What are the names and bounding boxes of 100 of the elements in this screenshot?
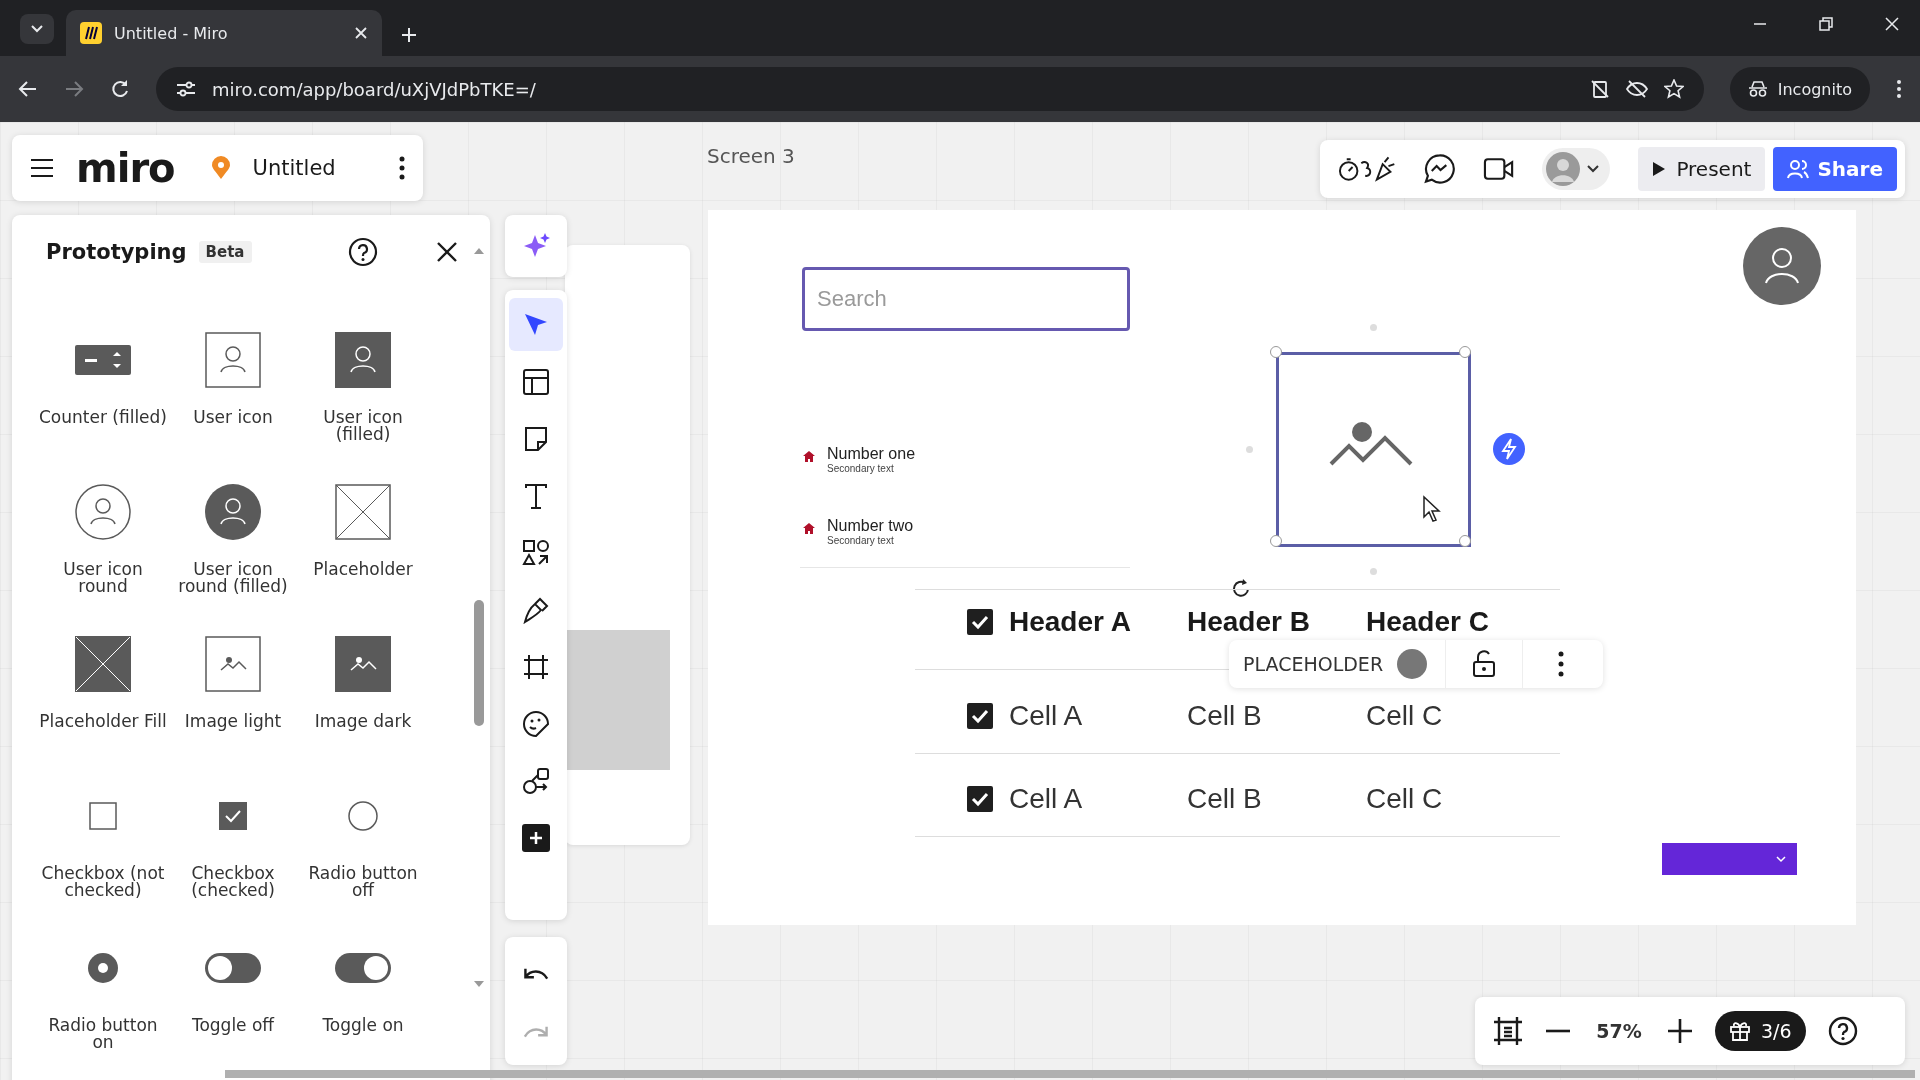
help-icon[interactable] bbox=[1827, 1016, 1858, 1046]
lightning-icon[interactable] bbox=[1493, 433, 1525, 465]
table-cell-text: Cell B bbox=[1187, 699, 1263, 732]
layout-icon bbox=[522, 367, 550, 396]
scroll-up-icon[interactable] bbox=[473, 247, 485, 255]
chat-icon[interactable] bbox=[1424, 153, 1456, 185]
gift-button[interactable]: 3/6 bbox=[1715, 1011, 1806, 1051]
shape-name: PLACEHOLDER bbox=[1242, 653, 1385, 675]
component-item[interactable]: User icon (filled) bbox=[298, 325, 428, 445]
resize-handle[interactable] bbox=[1459, 346, 1471, 358]
component-item[interactable]: Radio button on bbox=[38, 933, 168, 1053]
color-swatch-icon[interactable] bbox=[1397, 649, 1428, 679]
home-icon bbox=[803, 523, 815, 534]
miro-logo[interactable]: miro bbox=[76, 148, 175, 188]
table-cell-text: Cell B bbox=[1187, 783, 1263, 815]
component-item[interactable]: Image light bbox=[168, 629, 298, 749]
menu-icon[interactable] bbox=[30, 158, 54, 178]
back-icon[interactable] bbox=[18, 79, 38, 99]
scrollbar-thumb[interactable] bbox=[474, 600, 484, 726]
tab-list-button[interactable] bbox=[20, 14, 54, 44]
checkbox[interactable] bbox=[967, 702, 993, 729]
frame-icon bbox=[522, 652, 550, 681]
resize-handle[interactable] bbox=[1459, 535, 1471, 547]
incognito-icon bbox=[1747, 81, 1768, 97]
horizontal-scrollbar[interactable] bbox=[225, 1070, 1915, 1078]
blocked-icon[interactable] bbox=[1589, 79, 1610, 99]
placeholder-icon bbox=[75, 636, 131, 692]
scroll-down-icon[interactable] bbox=[473, 980, 485, 988]
restore-icon[interactable] bbox=[1818, 16, 1834, 32]
component-item[interactable]: User icon bbox=[168, 325, 298, 445]
anchor-dot[interactable] bbox=[1370, 568, 1377, 575]
search-field[interactable]: Search bbox=[802, 267, 1130, 331]
more-icon[interactable] bbox=[399, 156, 405, 180]
frame-label: Screen 3 bbox=[707, 144, 795, 168]
miro-favicon-icon bbox=[80, 22, 102, 44]
anchor-dot[interactable] bbox=[1370, 324, 1377, 331]
fit-to-screen-icon[interactable] bbox=[1493, 1016, 1523, 1046]
checkbox[interactable] bbox=[967, 786, 993, 812]
sticky-note-icon bbox=[522, 424, 550, 453]
undo-icon bbox=[523, 967, 549, 981]
zoom-in-icon[interactable] bbox=[1667, 1018, 1693, 1044]
beta-badge: Beta bbox=[198, 241, 252, 263]
column-header: Header A bbox=[1009, 606, 1132, 638]
checkbox[interactable] bbox=[967, 609, 993, 635]
redo-icon bbox=[523, 1025, 549, 1039]
component-item[interactable]: Counter (filled) bbox=[38, 325, 168, 445]
resize-handle[interactable] bbox=[1270, 535, 1282, 547]
component-item[interactable]: Toggle off bbox=[168, 933, 298, 1053]
reload-icon[interactable] bbox=[110, 79, 130, 99]
zoom-out-icon[interactable] bbox=[1545, 1029, 1571, 1033]
zoom-level[interactable]: 57% bbox=[1593, 1020, 1645, 1042]
component-item[interactable]: Placeholder Fill bbox=[38, 629, 168, 749]
more-icon[interactable] bbox=[1896, 79, 1902, 99]
user-menu[interactable] bbox=[1542, 148, 1611, 190]
component-item[interactable]: User icon round (filled) bbox=[168, 477, 298, 597]
tab-title: Untitled - Miro bbox=[114, 23, 229, 43]
table-cell-text: Cell C bbox=[1366, 699, 1444, 732]
image-icon bbox=[205, 636, 261, 692]
checkbox-icon bbox=[219, 802, 247, 830]
plus-icon bbox=[522, 823, 550, 852]
star-icon[interactable] bbox=[1663, 79, 1684, 99]
component-item[interactable]: Image dark bbox=[298, 629, 428, 749]
sticker-icon bbox=[522, 709, 550, 738]
component-item[interactable]: Checkbox (checked) bbox=[168, 781, 298, 901]
video-icon[interactable] bbox=[1483, 156, 1515, 182]
component-item[interactable]: Toggle on bbox=[298, 933, 428, 1053]
table-cell-text: Cell C bbox=[1366, 783, 1444, 815]
eye-off-icon[interactable] bbox=[1625, 79, 1648, 99]
help-icon[interactable] bbox=[348, 237, 378, 267]
site-settings-icon[interactable] bbox=[176, 81, 196, 97]
component-item[interactable]: Checkbox (not checked) bbox=[38, 781, 168, 901]
close-icon[interactable] bbox=[436, 241, 458, 263]
share-button[interactable]: Share bbox=[1773, 147, 1897, 191]
user-icon bbox=[205, 332, 261, 388]
address-bar[interactable]: miro.com/app/board/uXjVJdPbTKE=/ bbox=[156, 67, 1704, 111]
shapes-icon bbox=[522, 538, 550, 567]
chevron-down-icon bbox=[30, 24, 44, 34]
component-item[interactable]: User icon round bbox=[38, 477, 168, 597]
table-cell-text: Cell A bbox=[1009, 783, 1084, 815]
radio-icon bbox=[348, 801, 378, 831]
list-item-subtitle: Secondary text bbox=[827, 463, 895, 475]
table-cell-text: Cell A bbox=[1009, 699, 1084, 732]
toggle-icon bbox=[335, 953, 391, 983]
incognito-button[interactable]: Incognito bbox=[1729, 67, 1870, 111]
browser-tab[interactable]: Untitled - Miro bbox=[66, 10, 382, 56]
reactions-icon[interactable] bbox=[1338, 154, 1397, 184]
avatar-icon bbox=[1546, 152, 1581, 186]
resize-handle[interactable] bbox=[1270, 346, 1282, 358]
avatar-icon bbox=[1743, 227, 1821, 305]
new-tab-icon[interactable] bbox=[400, 26, 418, 44]
anchor-dot[interactable] bbox=[1246, 446, 1253, 453]
diagram-icon bbox=[522, 766, 550, 795]
component-item[interactable]: Placeholder bbox=[298, 477, 428, 597]
play-icon bbox=[1652, 161, 1667, 177]
present-button[interactable]: Present bbox=[1638, 147, 1766, 191]
component-item[interactable]: Radio button off bbox=[298, 781, 428, 901]
home-icon bbox=[803, 451, 815, 462]
image-icon bbox=[335, 636, 391, 692]
board-title[interactable]: Untitled bbox=[252, 156, 377, 180]
forward-icon[interactable] bbox=[64, 79, 84, 99]
